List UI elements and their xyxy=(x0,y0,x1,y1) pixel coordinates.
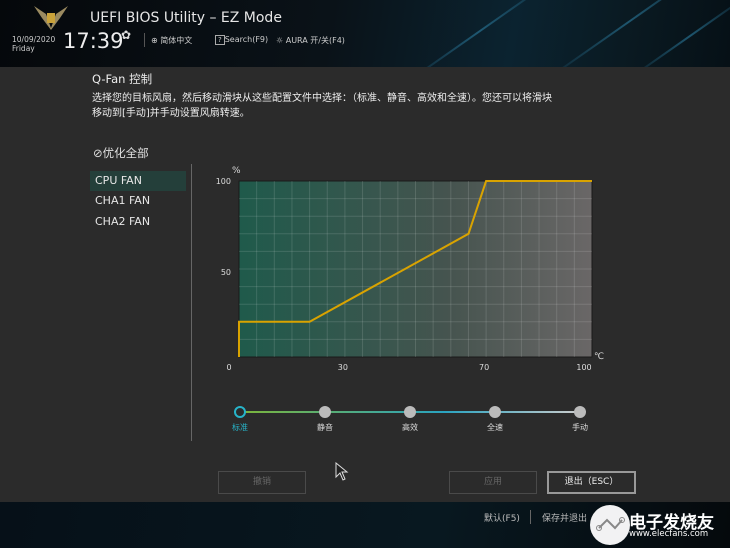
y-tick-label: 50 xyxy=(221,268,231,277)
x-axis-label: ℃ xyxy=(594,352,604,362)
mouse-cursor-icon xyxy=(335,462,349,481)
divider xyxy=(530,510,531,524)
x-tick-label: 0 xyxy=(226,363,231,372)
watermark-url: www.elecfans.com xyxy=(629,529,709,539)
y-axis-label: % xyxy=(232,166,241,176)
save-exit-button[interactable]: 保存并退出 xyxy=(542,511,587,524)
x-tick-label: 100 xyxy=(576,363,591,372)
y-tick-label: 100 xyxy=(216,177,231,186)
x-tick-label: 30 xyxy=(338,363,348,372)
fan-curve-chart[interactable]: % ℃ 0 30 70 100 100 50 xyxy=(0,0,730,548)
x-tick-label: 70 xyxy=(479,363,489,372)
default-button[interactable]: 默认(F5) xyxy=(484,511,520,524)
